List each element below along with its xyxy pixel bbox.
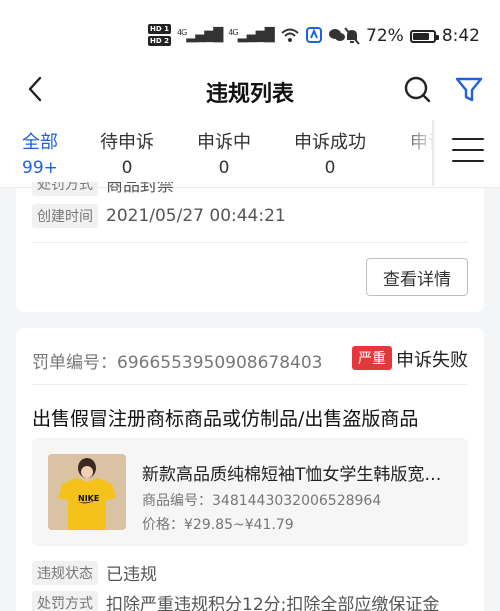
- menu-line: [452, 149, 484, 151]
- hd2-badge: HD 2: [148, 36, 171, 46]
- wifi-icon: [280, 28, 299, 42]
- network-indicators: HD 1 HD 2 4G▂▄▆█ 4G▂▄▆█: [148, 24, 346, 46]
- violation-status-value: 已违规: [106, 565, 157, 585]
- status-bar: HD 1 HD 2 4G▂▄▆█ 4G▂▄▆█ 72% 8:42: [0, 0, 500, 72]
- tab-pending-appeal[interactable]: 待申诉 0: [100, 128, 154, 178]
- violation-status-label: 违规状态: [32, 560, 98, 585]
- product-id: 商品编号：3481443032006528964: [142, 490, 381, 510]
- clipped-row: 处罚方式 商品封禁: [32, 182, 174, 196]
- mute-bell-icon: [344, 27, 360, 45]
- view-details-button[interactable]: 查看详情: [366, 258, 468, 296]
- tab-count: 0: [324, 158, 336, 178]
- severity-badge: 严重: [352, 346, 392, 370]
- product-card[interactable]: NIKE 新款高品质纯棉短袖T恤女学生韩版宽松ins上衣 商品编号：348144…: [32, 438, 468, 546]
- appeal-status: 申诉失败: [396, 350, 468, 371]
- menu-icon[interactable]: [452, 138, 484, 166]
- tab-appeal-success[interactable]: 申诉成功 0: [294, 128, 366, 178]
- nav-bar: 违规列表: [0, 72, 500, 110]
- punish-method-label: 处罚方式: [32, 590, 98, 611]
- tab-all[interactable]: 全部 99+: [22, 128, 58, 178]
- product-price-label: 价格：: [142, 517, 184, 533]
- tabs-fade: [400, 110, 436, 187]
- signal-icon: 4G▂▄▆█: [228, 27, 274, 43]
- search-icon[interactable]: [402, 74, 432, 104]
- tshirt-image: [48, 454, 126, 530]
- violation-status-row: 违规状态 已违规: [32, 560, 157, 585]
- thumb-logo: NIKE: [78, 494, 100, 503]
- divider: [32, 384, 468, 385]
- filter-icon[interactable]: [454, 74, 484, 104]
- product-id-label: 商品编号：: [142, 493, 212, 509]
- tab-appealing[interactable]: 申诉中 0: [197, 128, 251, 178]
- wechat-icon: [328, 29, 345, 41]
- product-thumbnail: NIKE: [48, 454, 126, 530]
- status-right: 72% 8:42: [344, 26, 480, 46]
- tab-count: 99+: [22, 158, 58, 178]
- punish-method-label: 处罚方式: [32, 182, 98, 196]
- tab-label: 全部: [22, 132, 58, 153]
- created-time-value: 2021/05/27 00:44:21: [106, 206, 286, 226]
- created-time-row: 创建时间 2021/05/27 00:44:21: [32, 204, 286, 228]
- penalty-number-label: 罚单编号：: [32, 353, 117, 373]
- signal-icon: 4G▂▄▆█: [176, 27, 223, 43]
- tab-bar: 全部 99+ 待申诉 0 申诉中 0 申诉成功 0 申诉: [0, 110, 500, 188]
- app-notification-icon: [305, 27, 322, 43]
- menu-line: [452, 138, 484, 140]
- battery-percent: 72%: [366, 26, 404, 46]
- hd1-badge: HD 1: [148, 24, 171, 34]
- punish-method-row: 处罚方式 扣除严重违规积分12分;扣除全部应缴保证金: [32, 590, 439, 611]
- clock: 8:42: [441, 26, 480, 46]
- product-price: 价格：¥29.85~¥41.79: [142, 514, 294, 534]
- hd-badges: HD 1 HD 2: [148, 24, 171, 46]
- violation-card: 罚单编号：6966553950908678403 严重 申诉失败 出售假冒注册商…: [16, 328, 484, 611]
- penalty-number: 罚单编号：6966553950908678403: [32, 348, 323, 373]
- punish-method-value: 商品封禁: [106, 182, 174, 196]
- tab-count: 0: [121, 158, 133, 178]
- product-price-value: ¥29.85~¥41.79: [184, 517, 294, 533]
- menu-line: [452, 160, 484, 162]
- product-name: 新款高品质纯棉短袖T恤女学生韩版宽松ins上衣: [142, 465, 452, 485]
- battery-icon: [409, 29, 439, 43]
- penalty-number-value: 6966553950908678403: [117, 353, 323, 373]
- violation-title: 出售假冒注册商标商品或仿制品/出售盗版商品: [32, 408, 419, 430]
- tab-label: 申诉中: [197, 132, 251, 153]
- violation-card: 处罚方式 商品封禁 创建时间 2021/05/27 00:44:21 查看详情: [16, 182, 484, 312]
- created-time-label: 创建时间: [32, 204, 98, 228]
- divider: [32, 242, 468, 243]
- tabs-divider: [432, 120, 436, 186]
- tab-count: 0: [218, 158, 230, 178]
- punish-method-value: 扣除严重违规积分12分;扣除全部应缴保证金: [106, 595, 440, 611]
- tab-label: 申诉成功: [294, 132, 366, 153]
- tab-label: 待申诉: [100, 132, 154, 153]
- product-id-value: 3481443032006528964: [212, 493, 382, 509]
- battery-fill: [412, 32, 429, 40]
